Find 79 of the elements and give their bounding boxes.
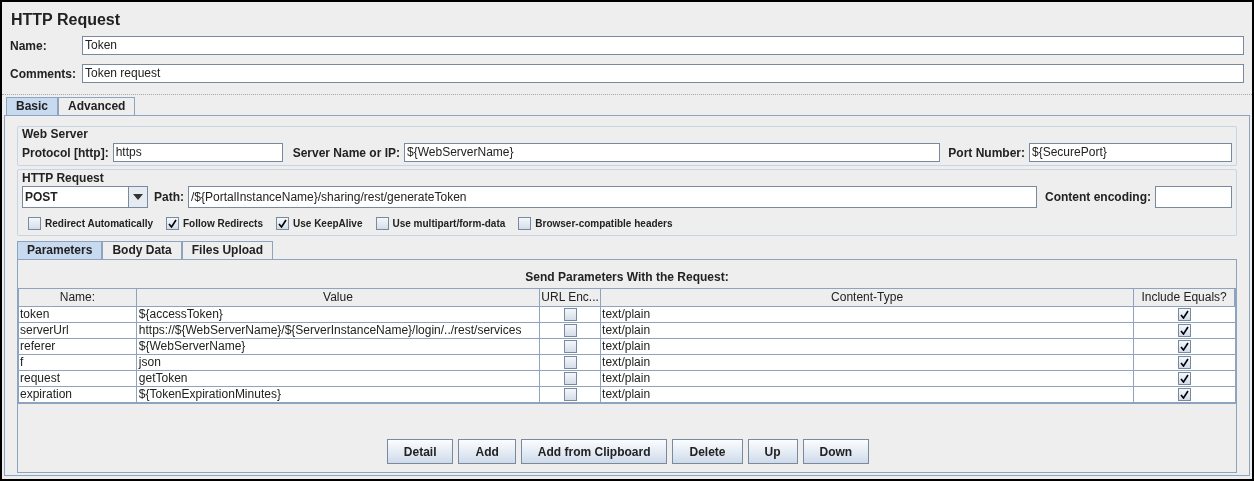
tab[interactable]: Files Upload xyxy=(181,241,274,259)
table-cell: token xyxy=(19,307,137,322)
action-button[interactable]: Add from Clipboard xyxy=(520,439,668,464)
checkbox[interactable] xyxy=(375,217,389,230)
checkbox[interactable] xyxy=(518,217,532,230)
table-cell: ${TokenExpirationMinutes} xyxy=(136,387,541,402)
table-cell: json xyxy=(136,355,541,370)
table-cell: text/plain xyxy=(601,387,1135,402)
table-cell: getToken xyxy=(136,371,541,386)
group-title: HTTP Request xyxy=(22,170,105,186)
checkbox-label: Use KeepAlive xyxy=(293,217,363,231)
field-label: Path: xyxy=(154,189,184,206)
checkmark-icon xyxy=(278,219,287,228)
table-cell: ${WebServerName} xyxy=(136,339,541,354)
field-label: Content encoding: xyxy=(1045,189,1151,206)
tab[interactable]: Body Data xyxy=(102,241,182,259)
checkbox-label: Use multipart/form-data xyxy=(392,217,506,231)
checkbox[interactable] xyxy=(1178,308,1192,321)
checkbox[interactable] xyxy=(1178,324,1192,337)
text-field[interactable]: ${WebServerName} xyxy=(404,143,941,162)
checkbox[interactable] xyxy=(1178,356,1192,369)
table-cell: text/plain xyxy=(601,339,1135,354)
table-cell: https://${WebServerName}/${ServerInstanceName}/login/../rest/services xyxy=(136,323,541,338)
checkbox[interactable] xyxy=(563,388,577,401)
field-label: Comments: xyxy=(10,65,76,83)
checkmark-icon xyxy=(168,219,177,228)
tab[interactable]: Parameters xyxy=(17,241,103,259)
table-cell: ${accessToken} xyxy=(136,307,541,322)
checkbox[interactable] xyxy=(1178,388,1192,401)
group-title: Web Server xyxy=(22,126,89,142)
text-field[interactable]: ${SecurePort} xyxy=(1029,143,1232,162)
checkbox[interactable] xyxy=(563,340,577,353)
text-field[interactable]: https xyxy=(112,143,283,162)
checkbox-label: Redirect Automatically xyxy=(45,217,153,231)
table-cell: text/plain xyxy=(601,371,1135,386)
text-field[interactable]: Token xyxy=(82,36,1244,55)
checkbox[interactable] xyxy=(563,308,577,321)
action-button[interactable]: Add xyxy=(458,439,516,464)
table-cell: text/plain xyxy=(601,323,1135,338)
dropdown-value: POST xyxy=(24,189,59,206)
checkbox[interactable] xyxy=(28,217,41,230)
action-button[interactable]: Down xyxy=(802,439,870,464)
tab[interactable]: Advanced xyxy=(58,97,136,115)
checkbox[interactable] xyxy=(166,217,179,230)
column-header[interactable]: Content-Type xyxy=(601,289,1135,306)
table-cell: referer xyxy=(19,339,137,354)
table-cell: serverUrl xyxy=(19,323,137,338)
action-button[interactable]: Detail xyxy=(386,439,454,464)
field-label: Server Name or IP: xyxy=(292,144,401,162)
table-cell: text/plain xyxy=(601,355,1135,370)
panel-title: HTTP Request xyxy=(10,10,122,30)
checkbox[interactable] xyxy=(1178,372,1192,385)
action-button[interactable]: Delete xyxy=(672,439,743,464)
text-field[interactable]: /${PortalInstanceName}/sharing/rest/generateToken xyxy=(188,186,1037,208)
checkbox[interactable] xyxy=(1178,340,1192,353)
method-dropdown[interactable]: POST xyxy=(22,186,148,208)
field-label: Port Number: xyxy=(948,144,1025,162)
checkbox[interactable] xyxy=(563,372,577,385)
column-header[interactable]: URL Enc... xyxy=(540,289,602,306)
column-header[interactable]: Include Equals? xyxy=(1134,289,1235,306)
tab[interactable]: Basic xyxy=(6,97,59,115)
checkbox-label: Follow Redirects xyxy=(183,217,263,231)
column-header[interactable]: Name: xyxy=(19,289,137,306)
field-label: Name: xyxy=(10,37,48,55)
text-field[interactable]: Token request xyxy=(82,64,1244,83)
table-cell: f xyxy=(19,355,137,370)
caret-icon xyxy=(133,194,143,200)
text-field[interactable] xyxy=(1155,186,1232,208)
checkbox[interactable] xyxy=(276,217,289,230)
table-cell: request xyxy=(19,371,137,386)
table-caption: Send Parameters With the Request: xyxy=(524,269,730,285)
column-header[interactable]: Value xyxy=(136,289,541,306)
checkbox[interactable] xyxy=(563,324,577,337)
table-cell: expiration xyxy=(19,387,137,402)
action-button[interactable]: Up xyxy=(747,439,798,464)
table-cell: text/plain xyxy=(601,307,1135,322)
checkbox-label: Browser-compatible headers xyxy=(535,217,673,231)
field-label: Protocol [http]: xyxy=(22,144,109,162)
checkbox[interactable] xyxy=(563,356,577,369)
